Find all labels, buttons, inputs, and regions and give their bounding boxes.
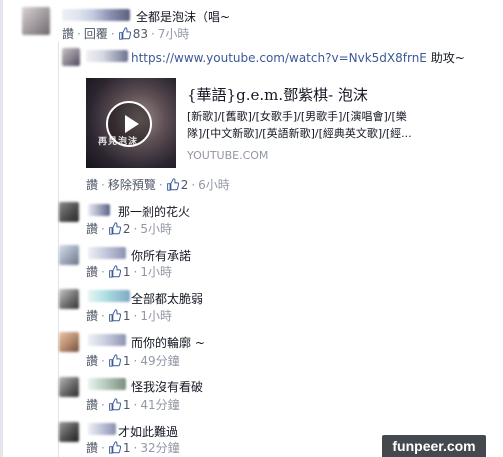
reply-actions: 讚 · 1 · 1小時 [86,265,172,279]
preview-title[interactable]: {華語}g.e.m.鄧紫棋- 泡沫 [187,84,368,105]
watermark: funpeer.com [382,435,486,457]
thumbs-up-icon [108,265,121,278]
author-name[interactable] [86,50,128,62]
author-name[interactable] [88,378,126,390]
like-button[interactable]: 讚 [86,265,98,279]
reply-actions: 讚 · 1 · 32分鐘 [86,441,180,455]
like-button[interactable]: 讚 [86,354,98,368]
thumbs-up-icon [108,398,121,411]
like-button[interactable]: 讚 [62,27,74,41]
left-border [0,0,3,457]
author-name[interactable] [88,247,126,259]
like-button[interactable]: 讚 [86,309,98,323]
reply-actions: 讚 · 1 · 1小時 [86,309,172,323]
youtube-link[interactable]: https://www.youtube.com/watch?v=Nvk5dX8f… [131,51,427,65]
thumbs-up-icon [166,178,179,191]
video-thumbnail[interactable]: 再見泡沫 [86,78,176,168]
reply-text: 那一剎的花火 [118,205,191,219]
author-name[interactable] [62,9,130,21]
author-name[interactable] [88,204,110,216]
avatar[interactable] [59,202,79,222]
reply-text: 而你的輪廓 ~ [131,336,205,350]
timestamp[interactable]: 49分鐘 [140,354,179,368]
reply-actions: 讚 · 1 · 41分鐘 [86,398,180,412]
reply-actions: 讚 · 1 · 49分鐘 [86,354,180,368]
preview-domain: YOUTUBE.COM [187,149,269,162]
like-count[interactable]: 2 [166,178,188,192]
avatar[interactable] [59,377,79,397]
avatar[interactable] [62,48,80,66]
like-button[interactable]: 讚 [86,441,98,455]
reply-text: https://www.youtube.com/watch?v=Nvk5dX8f… [131,51,465,65]
thumbs-up-icon [118,27,131,40]
like-button[interactable]: 讚 [86,178,98,192]
timestamp[interactable]: 1小時 [140,265,172,279]
like-button[interactable]: 讚 [86,222,98,236]
like-count[interactable]: 2 [108,222,130,236]
reply-text: 才如此難過 [118,425,179,439]
thumbs-up-icon [108,309,121,322]
like-count[interactable]: 1 [108,354,130,368]
timestamp[interactable]: 1小時 [140,309,172,323]
reply-text: 全部都太脆弱 [131,292,204,306]
author-name[interactable] [88,423,116,435]
like-count[interactable]: 1 [108,398,130,412]
preview-description: [新歌]/[舊歌]/[女歌手]/[男歌手]/[演唱會]/[樂 隊]/[中文新歌]… [187,110,412,140]
comment-thread: 全都是泡沫（唱~ 讚 · 回覆 · 83 · 7小時 https://www.youtube… [0,0,503,457]
avatar[interactable] [59,289,79,309]
timestamp[interactable]: 32分鐘 [140,441,179,455]
avatar[interactable] [59,245,79,265]
timestamp[interactable]: 41分鐘 [140,398,179,412]
thumbnail-caption: 再見泡沫 [98,137,139,147]
comment-actions: 讚 · 回覆 · 83 · 7小時 [62,27,190,41]
reply-text: 你所有承諾 [131,249,192,263]
like-count[interactable]: 83 [118,27,148,41]
like-count[interactable]: 1 [108,441,130,455]
like-count[interactable]: 1 [108,309,130,323]
timestamp[interactable]: 7小時 [158,27,190,41]
thumbs-up-icon [108,222,121,235]
like-count[interactable]: 1 [108,265,130,279]
link-preview-card[interactable]: 再見泡沫 {華語}g.e.m.鄧紫棋- 泡沫 [新歌]/[舊歌]/[女歌手]/[… [86,78,446,168]
author-name[interactable] [88,290,130,302]
avatar[interactable] [59,422,79,442]
timestamp[interactable]: 5小時 [140,222,172,236]
like-button[interactable]: 讚 [86,398,98,412]
avatar[interactable] [59,332,79,352]
reply-actions: 讚 · 2 · 5小時 [86,222,172,236]
author-name[interactable] [88,334,126,346]
remove-preview-button[interactable]: 移除預覽 [108,178,156,192]
reply-actions: 讚 · 移除預覽 · 2 · 6小時 [86,178,230,192]
reply-button[interactable]: 回覆 [84,27,108,41]
comment-text: 全都是泡沫（唱~ [136,10,231,24]
reply-text: 怪我沒有看破 [131,380,204,394]
thumbs-up-icon [108,354,121,367]
thumbs-up-icon [108,441,121,454]
timestamp[interactable]: 6小時 [198,178,230,192]
avatar[interactable] [22,7,50,35]
